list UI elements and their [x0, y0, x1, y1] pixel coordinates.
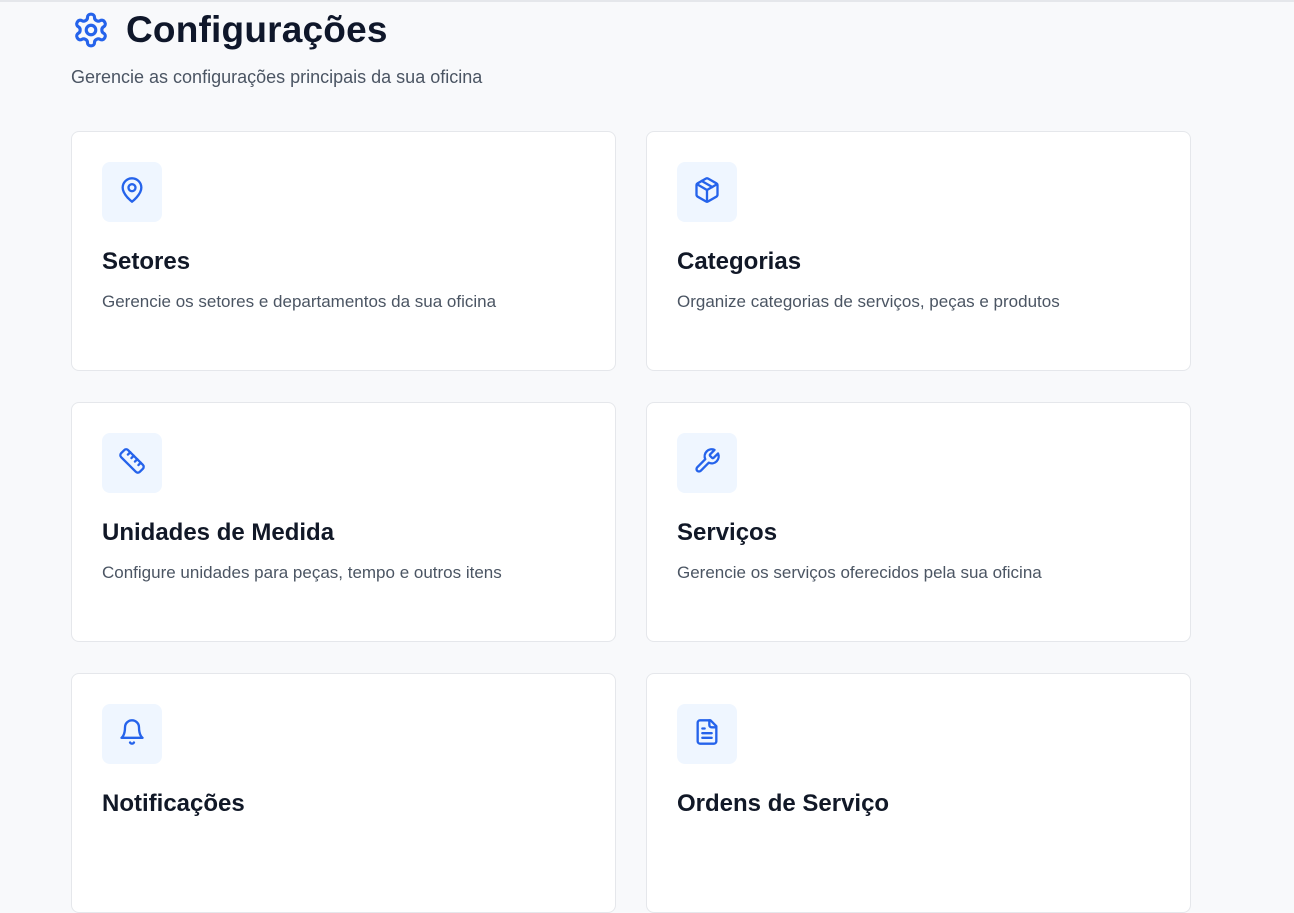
card-icon-container — [102, 704, 162, 764]
top-divider — [0, 0, 1294, 2]
card-icon-container — [677, 704, 737, 764]
page-title: Configurações — [126, 9, 388, 50]
card-categorias[interactable]: Categorias Organize categorias de serviç… — [646, 131, 1191, 371]
card-servicos[interactable]: Serviços Gerencie os serviços oferecidos… — [646, 402, 1191, 642]
card-title: Ordens de Serviço — [677, 790, 890, 817]
card-title: Notificações — [102, 790, 245, 817]
settings-grid: Setores Gerencie os setores e departamen… — [71, 131, 1191, 913]
file-text-icon — [693, 718, 721, 751]
page-header: Configurações Gerencie as configurações … — [71, 10, 1171, 88]
card-title: Unidades de Medida — [102, 519, 335, 546]
wrench-icon — [693, 447, 721, 480]
card-notificacoes[interactable]: Notificações — [71, 673, 616, 913]
card-icon-container — [677, 433, 737, 493]
card-title: Serviços — [677, 519, 778, 546]
card-description: Organize categorias de serviços, peças e… — [677, 292, 1060, 311]
card-description: Configure unidades para peças, tempo e o… — [102, 563, 502, 582]
card-icon-container — [102, 162, 162, 222]
card-icon-container — [677, 162, 737, 222]
card-unidades-de-medida[interactable]: Unidades de Medida Configure unidades pa… — [71, 402, 616, 642]
title-row: Configurações — [71, 10, 1171, 50]
package-icon — [693, 176, 721, 209]
gear-icon — [72, 11, 110, 49]
page-subtitle: Gerencie as configurações principais da … — [71, 67, 483, 87]
card-description: Gerencie os setores e departamentos da s… — [102, 292, 497, 311]
card-setores[interactable]: Setores Gerencie os setores e departamen… — [71, 131, 616, 371]
ruler-icon — [118, 447, 146, 480]
card-title: Setores — [102, 248, 191, 275]
card-ordens-de-servico[interactable]: Ordens de Serviço — [646, 673, 1191, 913]
bell-icon — [118, 718, 146, 751]
card-icon-container — [102, 433, 162, 493]
card-title: Categorias — [677, 248, 802, 275]
card-description: Gerencie os serviços oferecidos pela sua… — [677, 563, 1042, 582]
map-pin-icon — [118, 176, 146, 209]
